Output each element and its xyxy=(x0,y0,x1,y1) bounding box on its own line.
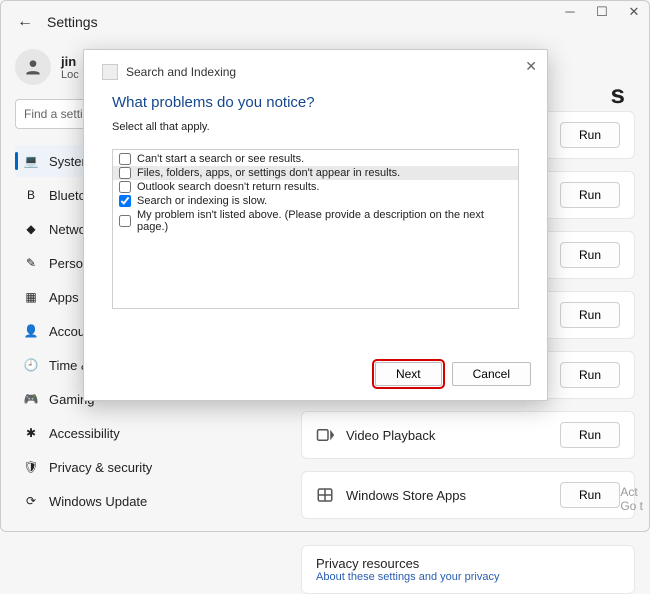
problem-checkbox[interactable] xyxy=(119,215,131,227)
troubleshooter-card: Video Playback Run xyxy=(301,411,635,459)
problem-option[interactable]: Outlook search doesn't return results. xyxy=(113,180,518,194)
dialog-subtitle: Select all that apply. xyxy=(84,115,547,143)
titlebar: ← Settings xyxy=(1,1,649,37)
sidebar-item-privacy[interactable]: 🛡 Privacy & security xyxy=(15,451,197,483)
troubleshooter-dialog: ✕ Search and Indexing What problems do y… xyxy=(83,49,548,401)
card-label: Video Playback xyxy=(346,428,435,443)
sidebar-item-update[interactable]: ⟳ Windows Update xyxy=(15,485,197,517)
run-button[interactable]: Run xyxy=(560,482,620,508)
system-icon: 💻 xyxy=(23,153,39,169)
problem-checkbox[interactable] xyxy=(119,195,131,207)
dialog-title: Search and Indexing xyxy=(126,65,236,79)
run-button[interactable]: Run xyxy=(560,182,620,208)
privacy-resources-card[interactable]: Privacy resources About these settings a… xyxy=(301,545,635,594)
problem-checkbox[interactable] xyxy=(119,153,131,165)
privacy-resources-title: Privacy resources xyxy=(316,556,620,571)
sidebar-item-label: Apps xyxy=(49,290,79,305)
next-button[interactable]: Next xyxy=(375,362,442,386)
sidebar-item-label: Windows Update xyxy=(49,494,147,509)
card-icon xyxy=(316,426,334,444)
problem-label: Files, folders, apps, or settings don't … xyxy=(137,167,400,179)
run-button[interactable]: Run xyxy=(560,362,620,388)
user-sub: Loc xyxy=(61,69,79,81)
minimize-icon[interactable]: ─ xyxy=(563,5,577,19)
personalization-icon: ✎ xyxy=(23,255,39,271)
problem-label: Search or indexing is slow. xyxy=(137,195,267,207)
back-button[interactable]: ← xyxy=(17,13,33,31)
run-button[interactable]: Run xyxy=(560,242,620,268)
dialog-close-button[interactable]: ✕ xyxy=(525,58,537,75)
problem-options: Can't start a search or see results. File… xyxy=(112,149,519,309)
maximize-icon[interactable]: ☐ xyxy=(595,5,609,19)
problem-option[interactable]: Search or indexing is slow. xyxy=(113,194,518,208)
accessibility-icon: ✱ xyxy=(23,425,39,441)
network-icon: ◆ xyxy=(23,221,39,237)
troubleshooter-card: Windows Store Apps Run xyxy=(301,471,635,519)
problem-option[interactable]: Files, folders, apps, or settings don't … xyxy=(113,166,518,180)
bluetooth-icon: B xyxy=(23,187,39,203)
run-button[interactable]: Run xyxy=(560,302,620,328)
dialog-question: What problems do you notice? xyxy=(84,88,547,115)
page-title: Settings xyxy=(47,14,98,30)
person-icon xyxy=(23,57,43,77)
cancel-button[interactable]: Cancel xyxy=(452,362,531,386)
card-label: Windows Store Apps xyxy=(346,488,466,503)
sidebar-item-label: Accessibility xyxy=(49,426,120,441)
update-icon: ⟳ xyxy=(23,493,39,509)
problem-checkbox[interactable] xyxy=(119,181,131,193)
problem-label: Outlook search doesn't return results. xyxy=(137,181,319,193)
apps-icon: ▦ xyxy=(23,289,39,305)
time-icon: 🕘 xyxy=(23,357,39,373)
accounts-icon: 👤 xyxy=(23,323,39,339)
sidebar-item-accessibility[interactable]: ✱ Accessibility xyxy=(15,417,197,449)
problem-label: Can't start a search or see results. xyxy=(137,153,304,165)
privacy-resources-sub: About these settings and your privacy xyxy=(316,571,620,583)
privacy-icon: 🛡 xyxy=(23,459,39,475)
card-icon xyxy=(316,486,334,504)
sidebar-item-label: Privacy & security xyxy=(49,460,152,475)
activation-watermark: Act Go t xyxy=(620,485,643,513)
close-icon[interactable]: ✕ xyxy=(627,5,641,19)
run-button[interactable]: Run xyxy=(560,422,620,448)
run-button[interactable]: Run xyxy=(560,122,620,148)
problem-checkbox[interactable] xyxy=(119,167,131,179)
problem-label: My problem isn't listed above. (Please p… xyxy=(137,209,512,233)
problem-option[interactable]: Can't start a search or see results. xyxy=(113,152,518,166)
problem-option[interactable]: My problem isn't listed above. (Please p… xyxy=(113,208,518,234)
user-name: jin xyxy=(61,54,79,69)
troubleshooter-icon xyxy=(102,64,118,80)
avatar xyxy=(15,49,51,85)
gaming-icon: 🎮 xyxy=(23,391,39,407)
